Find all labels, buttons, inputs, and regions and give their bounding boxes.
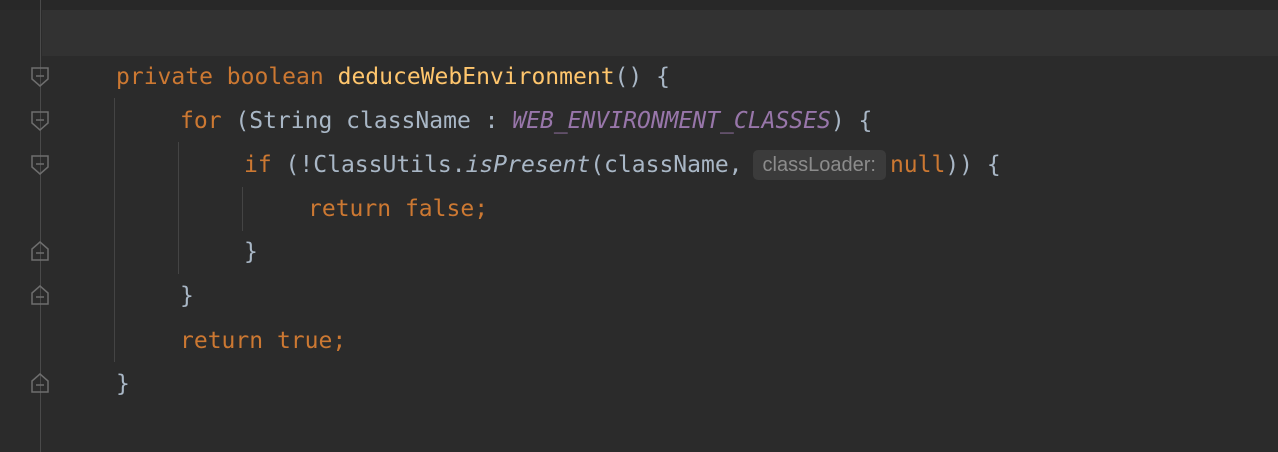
code-line-method-signature[interactable]: private boolean deduceWebEnvironment() { xyxy=(116,61,670,93)
code-punctuation: () { xyxy=(614,64,670,90)
code-text: (!ClassUtils. xyxy=(271,152,466,178)
closing-brace: } xyxy=(244,239,258,265)
code-line-return-false[interactable]: return false; xyxy=(308,193,488,225)
keyword-private: private xyxy=(116,64,213,90)
code-text: (String className : xyxy=(221,108,513,134)
indent-guide xyxy=(178,142,179,274)
keyword-if: if xyxy=(244,152,272,178)
current-line-highlight xyxy=(42,10,1278,56)
constant-name: WEB_ENVIRONMENT_CLASSES xyxy=(512,108,831,134)
fold-close-icon[interactable] xyxy=(31,285,49,305)
code-line-for-loop[interactable]: for (String className : WEB_ENVIRONMENT_… xyxy=(180,105,872,137)
code-line-close-if[interactable]: } xyxy=(244,236,258,268)
indent-guide xyxy=(242,187,243,231)
method-name: deduceWebEnvironment xyxy=(337,64,615,90)
semicolon: ; xyxy=(474,196,489,222)
editor-top-strip xyxy=(0,0,1278,10)
parameter-hint: classLoader: xyxy=(752,150,886,180)
keyword-false: false xyxy=(391,196,475,222)
code-text: (className, xyxy=(590,152,743,178)
keyword-null: null xyxy=(889,152,946,178)
code-line-close-for[interactable]: } xyxy=(180,280,194,312)
keyword-for: for xyxy=(180,108,222,134)
static-method-call: isPresent xyxy=(465,152,591,178)
code-line-close-method[interactable]: } xyxy=(116,368,130,400)
closing-brace: } xyxy=(180,283,194,309)
keyword-return: return xyxy=(308,196,392,222)
fold-open-icon[interactable] xyxy=(31,111,49,131)
code-line-return-true[interactable]: return true; xyxy=(180,325,346,357)
keyword-true: true xyxy=(263,328,333,354)
code-punctuation: )) { xyxy=(945,152,1001,178)
fold-close-icon[interactable] xyxy=(31,241,49,261)
fold-open-icon[interactable] xyxy=(31,67,49,87)
code-punctuation: ) { xyxy=(830,108,873,134)
fold-open-icon[interactable] xyxy=(31,155,49,175)
semicolon: ; xyxy=(332,328,347,354)
fold-close-icon[interactable] xyxy=(31,373,49,393)
code-line-if-statement[interactable]: if (!ClassUtils.isPresent(className, clas… xyxy=(244,149,1001,181)
closing-brace: } xyxy=(116,371,130,397)
keyword-boolean: boolean xyxy=(226,64,324,90)
keyword-return: return xyxy=(180,328,264,354)
indent-guide xyxy=(114,98,115,362)
